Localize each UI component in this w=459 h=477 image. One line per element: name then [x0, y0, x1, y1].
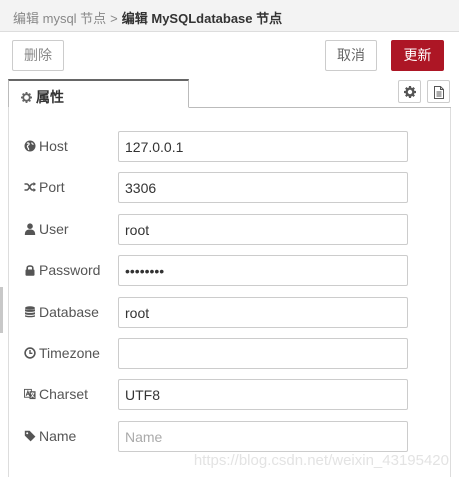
- form-row-timezone: Timezone: [9, 338, 450, 370]
- tab-properties[interactable]: 属性: [8, 79, 189, 108]
- tag-icon: [24, 430, 36, 442]
- dialog-toolbar: 删除 取消 更新: [0, 32, 459, 78]
- name-label-text: Name: [39, 428, 77, 444]
- breadcrumb-separator: >: [110, 11, 118, 26]
- language-icon: [24, 388, 36, 400]
- user-input[interactable]: [118, 214, 408, 245]
- form-row-charset: Charset: [9, 379, 450, 411]
- timezone-input[interactable]: [118, 338, 408, 369]
- database-label-text: Database: [39, 304, 99, 320]
- charset-label: Charset: [24, 386, 88, 402]
- timezone-label-text: Timezone: [39, 345, 100, 361]
- port-label: Port: [24, 179, 65, 195]
- password-input[interactable]: [118, 255, 408, 286]
- password-label: Password: [24, 262, 100, 278]
- port-input[interactable]: [118, 172, 408, 203]
- globe-icon: [24, 140, 36, 152]
- breadcrumb: 编辑 mysql 节点 > 编辑 MySQLdatabase 节点: [0, 0, 459, 32]
- resize-handle[interactable]: [0, 287, 3, 333]
- watermark: https://blog.csdn.net/weixin_43195420: [193, 452, 449, 469]
- tab-properties-label: 属性: [36, 89, 64, 105]
- breadcrumb-current: 编辑 MySQLdatabase 节点: [121, 11, 283, 26]
- tab-bar: 属性: [8, 78, 451, 108]
- lock-icon: [25, 265, 35, 276]
- gear-icon: [404, 86, 416, 98]
- form-row-database: Database: [9, 297, 450, 329]
- name-label: Name: [24, 428, 76, 444]
- properties-form: Host Port User Password: [8, 108, 451, 477]
- shuffle-icon: [24, 182, 36, 192]
- charset-input[interactable]: [118, 379, 408, 410]
- clock-icon: [24, 347, 36, 359]
- user-label: User: [24, 221, 69, 237]
- user-icon: [24, 223, 36, 235]
- breadcrumb-parent[interactable]: 编辑 mysql 节点: [13, 11, 106, 26]
- timezone-label: Timezone: [24, 345, 100, 361]
- host-input[interactable]: [118, 131, 408, 162]
- password-label-text: Password: [39, 262, 101, 278]
- settings-tab-button[interactable]: [398, 80, 421, 103]
- port-label-text: Port: [39, 179, 65, 195]
- user-label-text: User: [39, 221, 69, 237]
- gear-icon: [21, 92, 32, 103]
- database-input[interactable]: [118, 297, 408, 328]
- description-icon: [434, 86, 444, 99]
- database-label: Database: [24, 304, 99, 320]
- host-label-text: Host: [39, 138, 68, 154]
- form-row-user: User: [9, 214, 450, 246]
- form-row-host: Host: [9, 131, 450, 163]
- update-button[interactable]: 更新: [391, 40, 444, 71]
- host-label: Host: [24, 138, 68, 154]
- description-tab-button[interactable]: [427, 80, 450, 103]
- form-row-password: Password: [9, 255, 450, 287]
- charset-label-text: Charset: [39, 386, 89, 402]
- form-row-name: Name: [9, 421, 450, 453]
- delete-button[interactable]: 删除: [12, 40, 64, 71]
- form-row-port: Port: [9, 172, 450, 204]
- name-input[interactable]: [118, 421, 408, 452]
- database-icon: [25, 306, 35, 318]
- cancel-button[interactable]: 取消: [325, 40, 377, 71]
